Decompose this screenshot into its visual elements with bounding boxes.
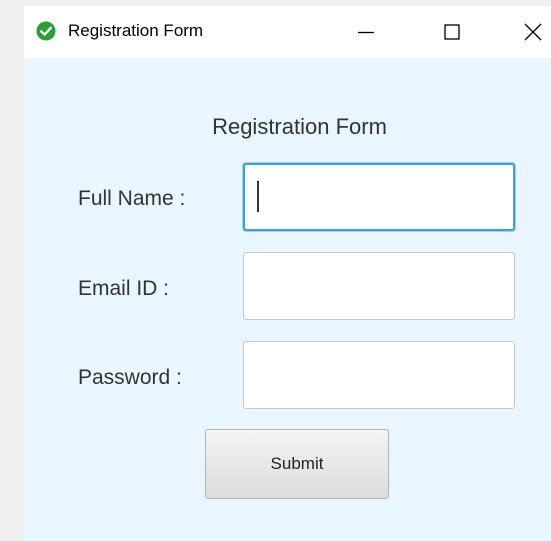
window-title: Registration Form (68, 21, 204, 40)
maximize-button[interactable] (430, 6, 474, 58)
desktop-background: Registration Form Registration Form Full… (0, 0, 551, 541)
close-icon (524, 23, 542, 41)
full-name-label: Full Name : (78, 187, 186, 210)
minimize-button[interactable] (344, 6, 388, 58)
password-label: Password : (78, 366, 182, 389)
password-input[interactable] (243, 341, 515, 409)
minimize-icon (358, 31, 374, 34)
form-heading: Registration Form (212, 114, 387, 139)
submit-button[interactable]: Submit (205, 429, 389, 499)
maximize-icon (444, 24, 460, 40)
full-name-input[interactable] (243, 163, 515, 231)
email-id-input[interactable] (243, 252, 515, 320)
close-button[interactable] (511, 6, 551, 58)
title-bar[interactable]: Registration Form (24, 6, 551, 58)
registration-window: Registration Form Registration Form Full… (24, 6, 551, 541)
text-cursor (257, 181, 259, 212)
check-circle-icon (36, 21, 56, 41)
email-id-label: Email ID : (78, 277, 170, 300)
